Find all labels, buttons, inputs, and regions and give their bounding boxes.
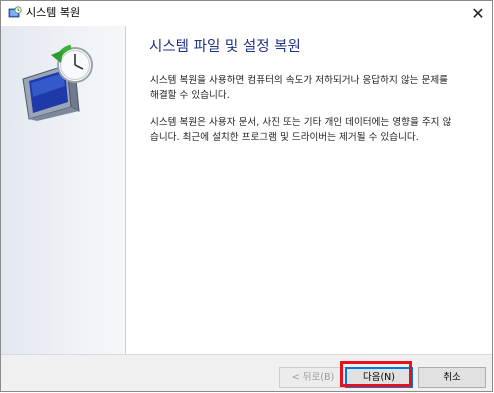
button-bar: < 뒤로(B) 다음(N) 취소 <box>1 354 492 391</box>
side-panel <box>1 26 126 354</box>
close-button[interactable]: ✕ <box>464 1 492 25</box>
system-restore-icon <box>8 6 22 18</box>
content-area: 시스템 파일 및 설정 복원 시스템 복원을 사용하면 컴퓨터의 속도가 저하되… <box>126 26 492 354</box>
system-restore-window: 시스템 복원 ✕ 시스템 파일 및 설정 복원 시스템 복원을 사용하면 컴퓨터… <box>0 0 493 392</box>
back-button[interactable]: < 뒤로(B) <box>279 367 347 388</box>
description-paragraph-1: 시스템 복원을 사용하면 컴퓨터의 속도가 저하되거나 응답하지 않는 문제를 … <box>150 75 449 101</box>
description-paragraph-2: 시스템 복원은 사용자 문서, 사진 또는 기타 개인 데이터에는 영향을 주지… <box>150 117 452 143</box>
close-icon: ✕ <box>471 3 485 23</box>
restore-computer-clock-icon <box>22 44 93 121</box>
cancel-button[interactable]: 취소 <box>418 367 486 388</box>
page-title: 시스템 파일 및 설정 복원 <box>149 39 301 55</box>
next-button[interactable]: 다음(N) <box>345 367 413 388</box>
window-title: 시스템 복원 <box>26 6 81 19</box>
title-bar: 시스템 복원 ✕ <box>1 1 492 26</box>
